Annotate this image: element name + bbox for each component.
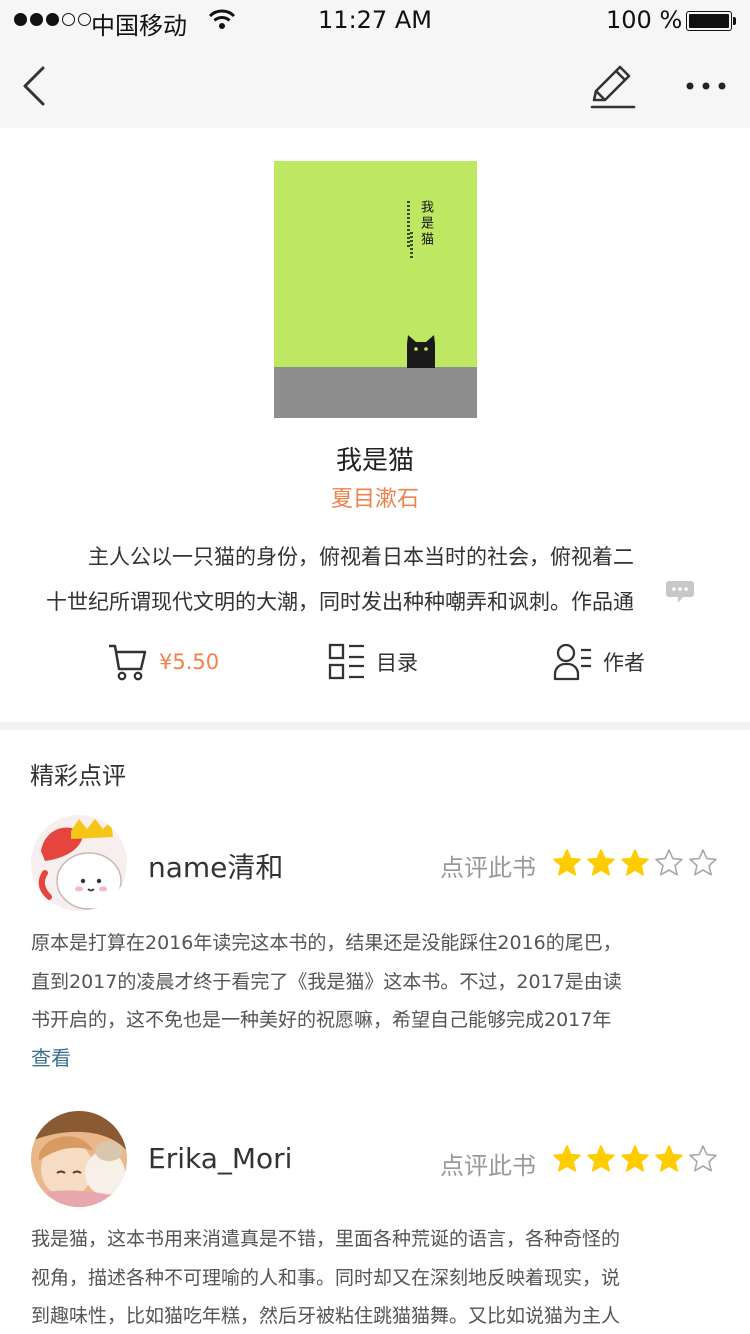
review-text: 原本是打算在2016年读完这本书的，结果还是没能踩住2016的尾巴， 直到201…	[31, 924, 721, 1040]
review-text: 我是猫，这本书用来消遣真是不错，里面各种荒诞的语言，各种奇怪的 视角，描述各种不…	[31, 1220, 721, 1334]
edit-pen-icon[interactable]	[586, 62, 638, 112]
avatar-lion-dance-icon	[31, 815, 127, 911]
author-profile-icon	[553, 643, 591, 681]
star-rating[interactable]	[552, 848, 718, 878]
star-filled-icon[interactable]	[654, 1144, 684, 1174]
star-filled-icon[interactable]	[620, 1144, 650, 1174]
table-of-contents-button[interactable]: 目录	[328, 640, 418, 684]
book-author[interactable]: 夏目漱石	[0, 481, 750, 513]
battery-icon	[686, 11, 736, 31]
star-rating[interactable]	[552, 1144, 718, 1174]
table-of-contents-icon	[328, 643, 364, 680]
price-label: ¥5.50	[159, 650, 220, 674]
star-filled-icon[interactable]	[586, 848, 616, 878]
black-cat-icon	[407, 335, 435, 368]
battery-percent: 100 %	[606, 6, 683, 34]
shopping-cart-icon	[109, 644, 147, 681]
review-line: 原本是打算在2016年读完这本书的，结果还是没能踩住2016的尾巴，	[31, 932, 622, 954]
star-filled-icon[interactable]	[552, 848, 582, 878]
star-empty-icon[interactable]	[654, 848, 684, 878]
avatar-anime-girl-icon	[31, 1111, 127, 1207]
book-description: 主人公以一只猫的身份，俯视着日本当时的社会，俯视着二 十世纪所谓现代文明的大潮，…	[46, 535, 686, 625]
review-line: 视角，描述各种不可理喻的人和事。同时却又在深刻地反映着现实，说	[31, 1266, 621, 1289]
cover-bottom-band	[274, 367, 477, 418]
star-empty-icon[interactable]	[688, 848, 718, 878]
author-button[interactable]: 作者	[553, 640, 645, 684]
review-username[interactable]: Erika_Mori	[148, 1142, 292, 1175]
rate-book-label: 点评此书	[440, 854, 536, 882]
back-chevron-icon[interactable]	[18, 64, 48, 108]
review-username[interactable]: name清和	[148, 846, 283, 886]
buy-button[interactable]: ¥5.50	[107, 640, 219, 684]
review-line: 直到2017的凌晨才终于看完了《我是猫》这本书。不过，2017是由读	[31, 970, 622, 993]
star-filled-icon[interactable]	[620, 848, 650, 878]
more-dots-icon[interactable]	[684, 80, 728, 92]
star-empty-icon[interactable]	[688, 1144, 718, 1174]
description-line: 主人公以一只猫的身份，俯视着日本当时的社会，俯视着二	[88, 545, 634, 569]
expand-comment-icon[interactable]	[665, 579, 695, 605]
toc-label: 目录	[376, 651, 418, 675]
navigation-bar	[0, 40, 750, 128]
cover-text-line	[410, 232, 413, 258]
reviews-section-title: 精彩点评	[30, 762, 126, 790]
avatar[interactable]	[31, 815, 127, 911]
review-line: 到趣味性，比如猫吃年糕，然后牙被粘住跳猫猫舞。又比如说猫为主人	[31, 1305, 621, 1328]
description-line: 十世纪所谓现代文明的大潮，同时发出种种嘲弄和讽刺。作品通	[46, 590, 634, 614]
review-line: 书开启的，这不免也是一种美好的祝愿嘛，希望自己能够完成2017年	[31, 1009, 612, 1032]
book-title: 我是猫	[335, 446, 414, 476]
avatar[interactable]	[31, 1111, 127, 1207]
author-label: 作者	[603, 651, 645, 675]
review-line: 我是猫，这本书用来消遣真是不错，里面各种荒诞的语言，各种奇怪的	[31, 1228, 621, 1250]
cover-title: 我是猫	[418, 200, 433, 248]
section-divider	[0, 722, 750, 730]
star-filled-icon[interactable]	[552, 1144, 582, 1174]
view-more-link[interactable]: 查看	[31, 1042, 71, 1071]
status-bar: 中国移动 11:27 AM 100 %	[0, 0, 750, 40]
star-filled-icon[interactable]	[586, 1144, 616, 1174]
rate-book-label: 点评此书	[440, 1152, 536, 1180]
book-cover[interactable]	[274, 161, 477, 418]
